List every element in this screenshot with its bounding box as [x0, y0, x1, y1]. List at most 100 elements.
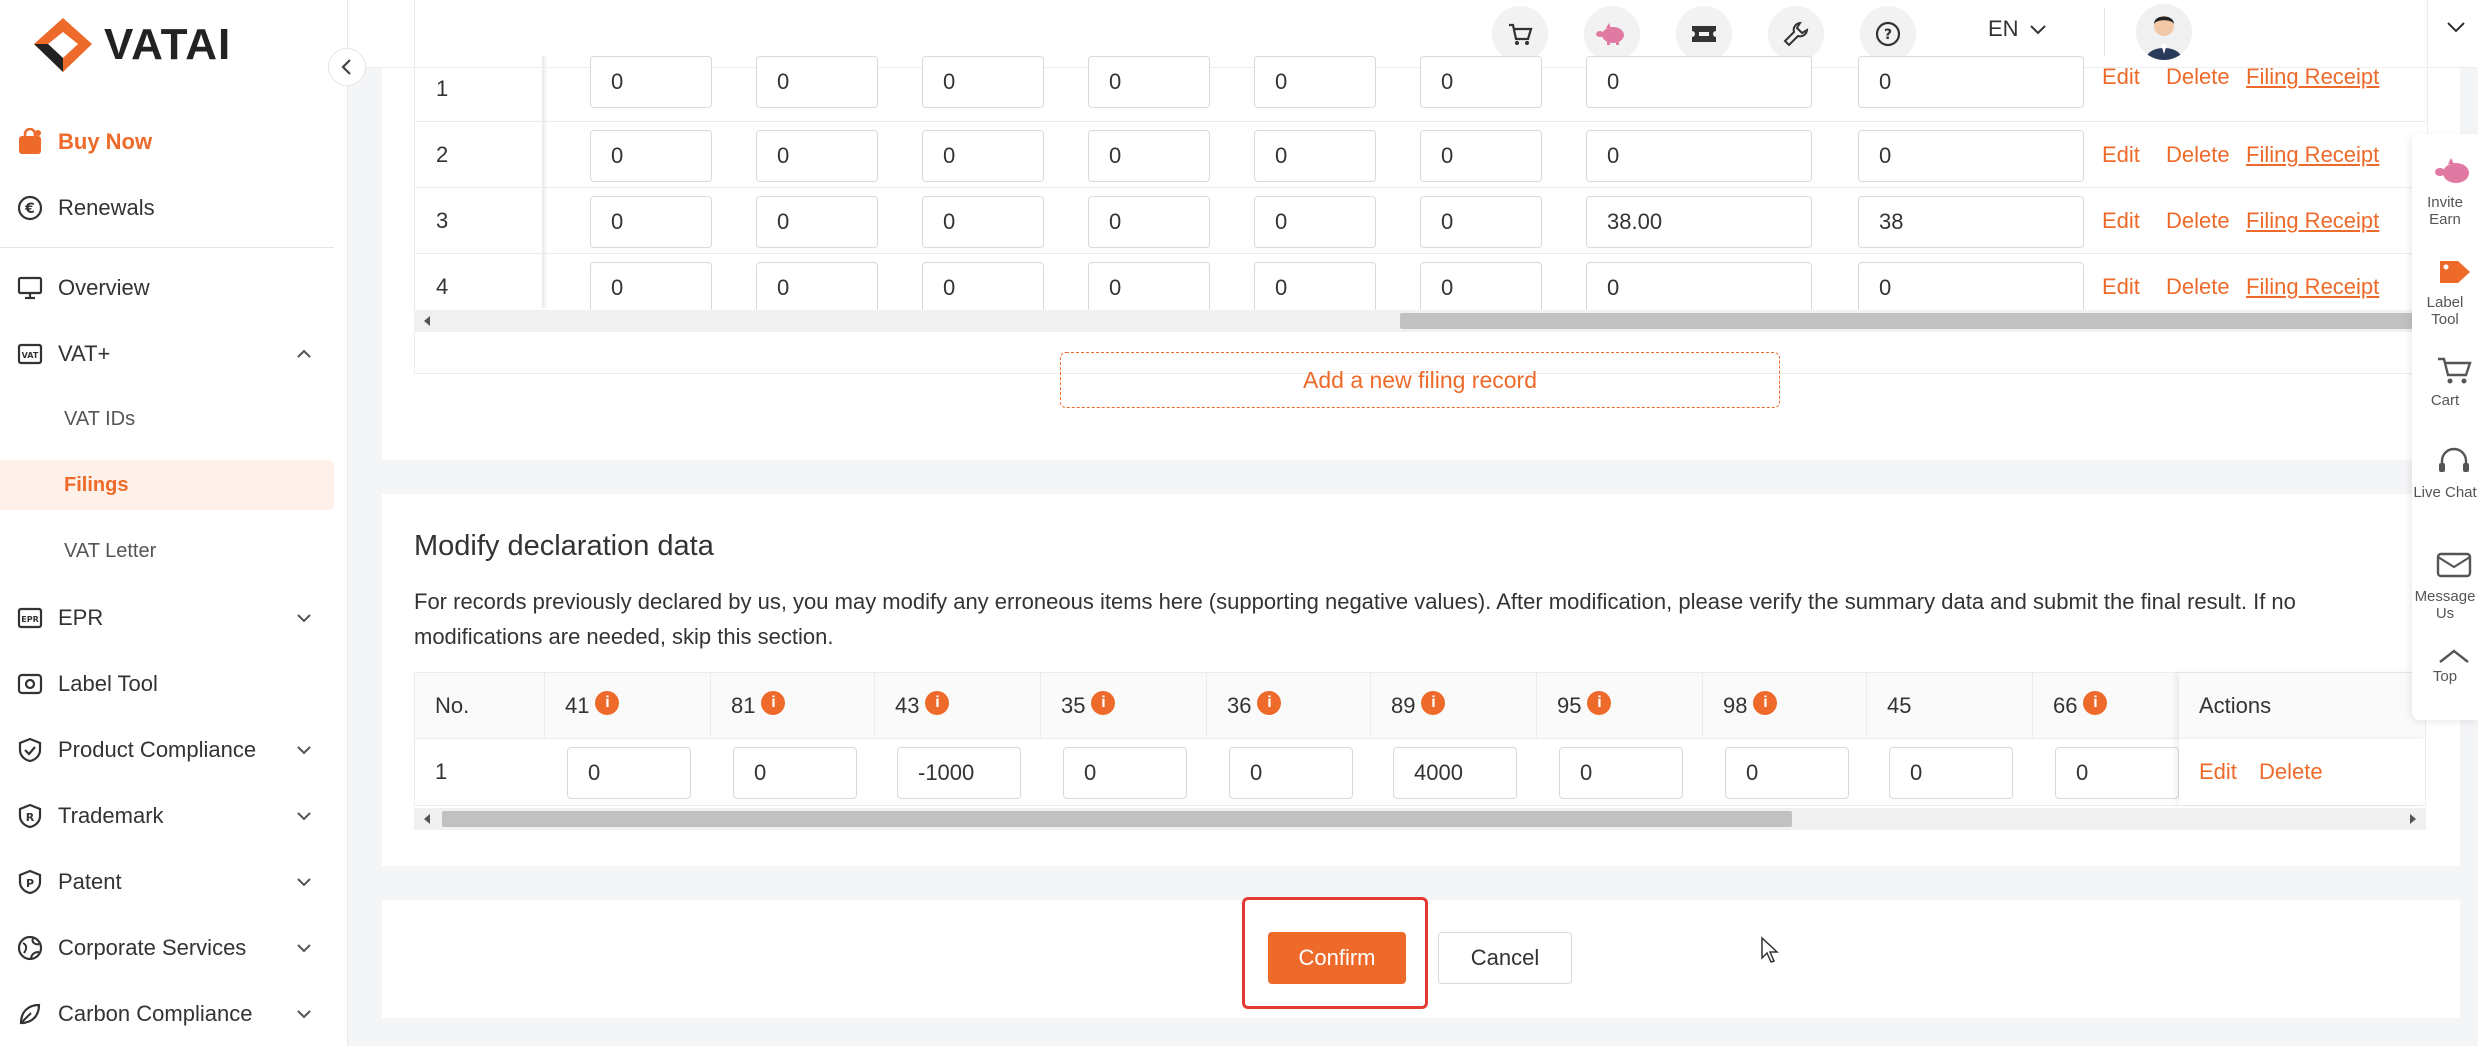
cart-float-button[interactable]: Cart: [2412, 352, 2478, 409]
info-icon[interactable]: i: [1421, 691, 1446, 716]
header-no: No.: [415, 673, 545, 739]
declaration-input-35[interactable]: 0: [1063, 747, 1187, 799]
delete-link[interactable]: Delete: [2166, 142, 2230, 168]
filing-input[interactable]: 0: [922, 130, 1044, 182]
sidebar-item-vat-ids[interactable]: VAT IDs: [0, 394, 348, 444]
add-filing-record-button[interactable]: Add a new filing record: [1060, 352, 1780, 408]
info-icon[interactable]: i: [595, 691, 620, 716]
edit-link[interactable]: Edit: [2102, 274, 2140, 300]
declaration-input-95[interactable]: 0: [1559, 747, 1683, 799]
filing-input[interactable]: 0: [1088, 130, 1210, 182]
scroll-left-arrow-icon[interactable]: [422, 814, 432, 824]
delete-link[interactable]: Delete: [2166, 274, 2230, 300]
label-tool-button[interactable]: Label Tool: [2412, 254, 2478, 328]
edit-link[interactable]: Edit: [2102, 208, 2140, 234]
declaration-input-81[interactable]: 0: [733, 747, 857, 799]
invite-earn-button[interactable]: Invite Earn: [2412, 154, 2478, 228]
edit-link[interactable]: Edit: [2102, 142, 2140, 168]
sidebar-item-overview[interactable]: Overview: [0, 262, 348, 314]
info-icon[interactable]: i: [2083, 691, 2108, 716]
scroll-left-arrow-icon[interactable]: [422, 316, 432, 326]
delete-link[interactable]: Delete: [2166, 208, 2230, 234]
sidebar-item-buy-now[interactable]: Buy Now: [0, 116, 348, 168]
declaration-input-66[interactable]: 0: [2055, 747, 2179, 799]
filing-input[interactable]: 0: [922, 196, 1044, 248]
header-label: No.: [435, 693, 470, 718]
scrollbar-thumb[interactable]: [1400, 313, 2414, 329]
declaration-input-98[interactable]: 0: [1725, 747, 1849, 799]
sidebar-item-renewals[interactable]: € Renewals: [0, 182, 348, 234]
info-icon[interactable]: i: [1091, 691, 1116, 716]
filing-input[interactable]: 0: [1858, 56, 2084, 108]
scroll-right-arrow-icon[interactable]: [2408, 814, 2418, 824]
scrollbar-thumb[interactable]: [442, 811, 1792, 827]
filing-input[interactable]: 0: [590, 196, 712, 248]
declaration-input-89[interactable]: 4000: [1393, 747, 1517, 799]
filing-input[interactable]: 0: [1254, 130, 1376, 182]
sidebar-item-filings[interactable]: Filings: [0, 460, 334, 510]
info-icon[interactable]: i: [1257, 691, 1282, 716]
info-icon[interactable]: i: [925, 691, 950, 716]
filing-input[interactable]: 0: [756, 130, 878, 182]
cancel-button[interactable]: Cancel: [1438, 932, 1572, 984]
filing-input[interactable]: 0: [1254, 262, 1376, 314]
filing-input[interactable]: 0: [1254, 196, 1376, 248]
delete-link[interactable]: Delete: [2166, 64, 2230, 90]
filing-input[interactable]: 0: [922, 56, 1044, 108]
filing-input[interactable]: 0: [1858, 130, 2084, 182]
declaration-input-41[interactable]: 0: [567, 747, 691, 799]
sidebar-item-corporate-services[interactable]: Corporate Services: [0, 922, 348, 974]
confirm-button[interactable]: Confirm: [1268, 932, 1406, 984]
edit-link[interactable]: Edit: [2102, 64, 2140, 90]
horizontal-scrollbar[interactable]: [414, 310, 2414, 332]
filing-input[interactable]: 0: [1858, 262, 2084, 314]
info-icon[interactable]: i: [1587, 691, 1612, 716]
filing-input[interactable]: 38: [1858, 196, 2084, 248]
info-icon[interactable]: i: [761, 691, 786, 716]
sidebar-item-vat-letter[interactable]: VAT Letter: [0, 526, 348, 576]
filing-input[interactable]: 0: [1420, 262, 1542, 314]
filing-receipt-link[interactable]: Filing Receipt: [2246, 274, 2379, 300]
filing-receipt-link[interactable]: Filing Receipt: [2246, 142, 2379, 168]
filing-input[interactable]: 0: [756, 196, 878, 248]
declaration-input-43[interactable]: -1000: [897, 747, 1021, 799]
filing-input[interactable]: 0: [1088, 262, 1210, 314]
delete-link[interactable]: Delete: [2259, 759, 2323, 785]
live-chat-button[interactable]: Live Chat: [2412, 444, 2478, 501]
collapse-sidebar-button[interactable]: [328, 48, 366, 86]
filing-input[interactable]: 0: [1420, 196, 1542, 248]
filing-input[interactable]: 0: [1420, 130, 1542, 182]
filing-input[interactable]: 0: [1254, 56, 1376, 108]
filing-receipt-link[interactable]: Filing Receipt: [2246, 208, 2379, 234]
filing-input[interactable]: 0: [1420, 56, 1542, 108]
logo[interactable]: VATAI: [30, 14, 231, 76]
filing-input[interactable]: 0: [590, 130, 712, 182]
filing-input[interactable]: 0: [1586, 130, 1812, 182]
back-to-top-button[interactable]: Top: [2412, 648, 2478, 685]
sidebar-item-label-tool[interactable]: Label Tool: [0, 658, 348, 710]
sidebar-item-product-compliance[interactable]: Product Compliance: [0, 724, 348, 776]
filing-input[interactable]: 0: [1586, 262, 1812, 314]
filing-input[interactable]: 0: [1586, 56, 1812, 108]
filing-input[interactable]: 0: [922, 262, 1044, 314]
sidebar-item-patent[interactable]: P Patent: [0, 856, 348, 908]
filing-input[interactable]: 0: [1088, 56, 1210, 108]
edit-link[interactable]: Edit: [2199, 759, 2237, 785]
sidebar-item-trademark[interactable]: R Trademark: [0, 790, 348, 842]
declaration-input-36[interactable]: 0: [1229, 747, 1353, 799]
filing-receipt-link[interactable]: Filing Receipt: [2246, 64, 2379, 90]
message-us-button[interactable]: Message Us: [2412, 548, 2478, 622]
info-icon[interactable]: i: [1753, 691, 1778, 716]
filing-input[interactable]: 0: [756, 262, 878, 314]
sidebar-item-carbon-compliance[interactable]: Carbon Compliance: [0, 988, 348, 1040]
filing-input[interactable]: 0: [1088, 196, 1210, 248]
sidebar-item-vat-plus[interactable]: VAT VAT+: [0, 328, 348, 380]
horizontal-scrollbar[interactable]: [414, 808, 2426, 830]
declaration-input-45[interactable]: 0: [1889, 747, 2013, 799]
filing-input[interactable]: 38.00: [1586, 196, 1812, 248]
sidebar-item-epr[interactable]: EPR EPR: [0, 592, 348, 644]
filing-input[interactable]: 0: [756, 56, 878, 108]
chevron-down-icon[interactable]: [2446, 20, 2466, 34]
filing-input[interactable]: 0: [590, 56, 712, 108]
filing-input[interactable]: 0: [590, 262, 712, 314]
